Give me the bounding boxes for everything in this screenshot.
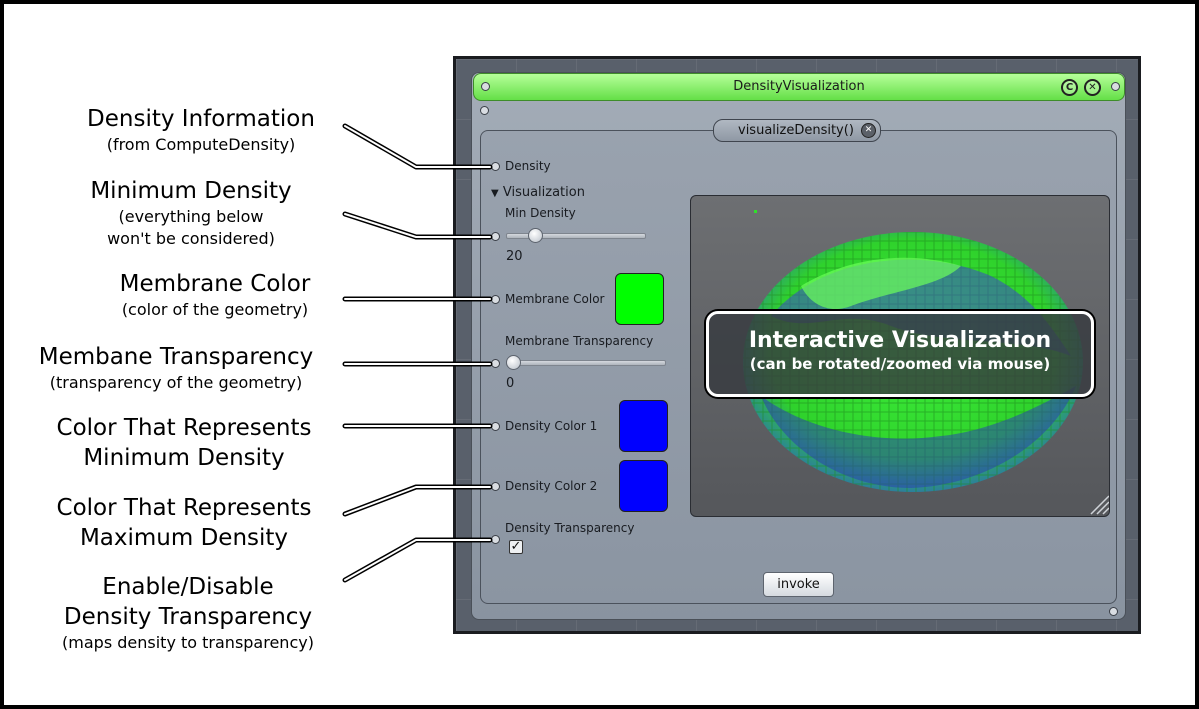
connector-density bbox=[342, 123, 493, 170]
annotation-connectors bbox=[342, 123, 493, 583]
connector-min-density bbox=[342, 211, 493, 240]
connector-density-color2 bbox=[342, 484, 493, 517]
connector-density-transparency bbox=[342, 537, 493, 583]
